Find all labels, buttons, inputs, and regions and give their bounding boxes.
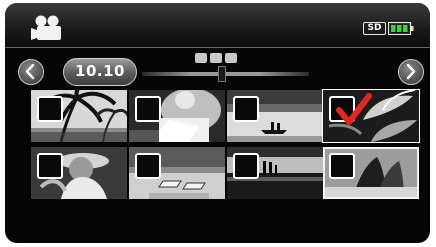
- thumbnail-couple-sunset[interactable]: [227, 147, 323, 199]
- select-checkbox[interactable]: [37, 153, 63, 179]
- select-checkbox[interactable]: [37, 96, 63, 122]
- thumbnail-girl-hat[interactable]: [31, 147, 127, 199]
- chevron-right-icon: [406, 63, 416, 80]
- video-camera-icon: [31, 15, 61, 40]
- thumbnail-person-reading[interactable]: [129, 90, 225, 142]
- thumbnail-canoe-lake[interactable]: [227, 90, 323, 142]
- battery-icon: [388, 22, 414, 35]
- page-dot: [225, 53, 237, 63]
- checkmark-icon: [336, 93, 372, 125]
- select-checkbox[interactable]: [233, 153, 259, 179]
- chevron-left-icon: [25, 63, 35, 80]
- thumbnail-tropical-leaves[interactable]: [322, 89, 420, 143]
- thumbnail-beach-chairs[interactable]: [129, 147, 225, 199]
- select-checkbox[interactable]: [135, 153, 161, 179]
- next-button[interactable]: [398, 59, 424, 85]
- select-checkbox[interactable]: [329, 153, 355, 179]
- page-dot: [210, 53, 222, 63]
- sd-card-indicator: SD: [363, 22, 386, 35]
- select-checkbox[interactable]: [135, 96, 161, 122]
- previous-button[interactable]: [18, 59, 44, 85]
- date-button[interactable]: 10.10: [63, 58, 137, 86]
- thumbnail-palm-trees[interactable]: [31, 90, 127, 142]
- top-bar: SD: [5, 3, 430, 48]
- page-dot: [195, 53, 207, 63]
- select-checkbox[interactable]: [233, 96, 259, 122]
- scroll-thumb[interactable]: [218, 66, 226, 82]
- camera-screen: SD 10.10: [5, 3, 430, 243]
- select-checkbox[interactable]: [329, 93, 372, 125]
- thumbnail-couple-walking[interactable]: [323, 147, 419, 199]
